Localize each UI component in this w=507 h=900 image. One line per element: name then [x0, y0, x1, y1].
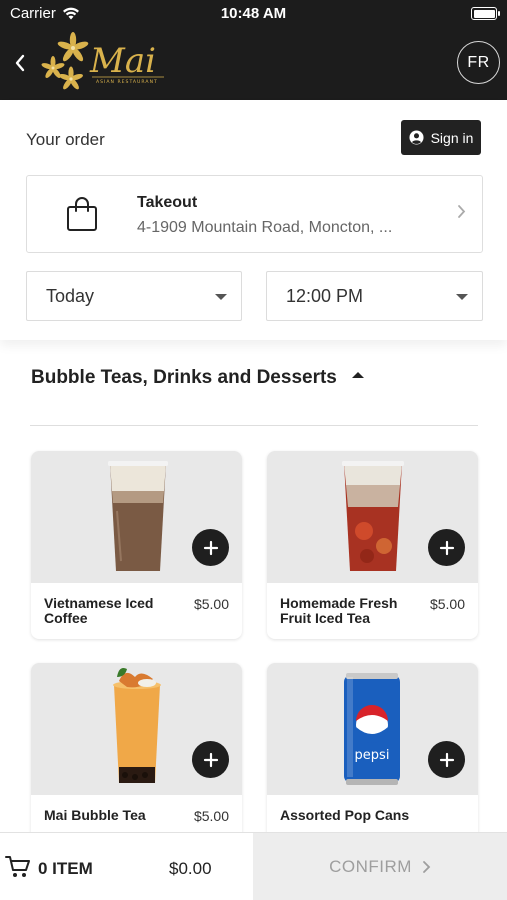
plus-icon	[439, 540, 454, 555]
status-time: 10:48 AM	[220, 5, 287, 22]
app-header: Mai ASIAN RESTAURANT FR	[0, 26, 507, 100]
chevron-right-icon	[458, 205, 466, 218]
language-button[interactable]: FR	[457, 41, 500, 84]
takeout-address: 4-1909 Mountain Road, Moncton, ...	[137, 219, 393, 236]
takeout-title: Takeout	[137, 194, 198, 211]
user-circle-icon	[409, 130, 424, 145]
add-to-cart-button[interactable]	[192, 529, 229, 566]
shopping-bag-icon	[67, 197, 97, 231]
product-price: $5.00	[193, 808, 229, 824]
category-header[interactable]: Bubble Teas, Drinks and Desserts	[31, 367, 364, 389]
sign-in-button[interactable]: Sign in	[401, 120, 481, 155]
shopping-cart-icon	[5, 856, 30, 877]
cart-bar: 0 ITEM $0.00 CONFIRM	[0, 832, 507, 900]
add-to-cart-button[interactable]	[428, 529, 465, 566]
restaurant-logo: Mai ASIAN RESTAURANT	[41, 32, 164, 90]
category-title: Bubble Teas, Drinks and Desserts	[31, 367, 337, 388]
product-card[interactable]: Mai Bubble Tea $5.00	[31, 663, 242, 851]
time-select-value: 12:00 PM	[286, 286, 364, 306]
cart-item-count: 0 ITEM	[38, 859, 93, 878]
order-panel: Your order Sign in Takeout 4-1909 Mounta…	[0, 100, 507, 340]
product-price: $5.00	[429, 596, 465, 612]
back-button[interactable]	[6, 48, 34, 78]
time-select[interactable]: 12:00 PM	[266, 271, 483, 321]
logo-wordmark: Mai	[89, 41, 156, 81]
chevron-left-icon	[15, 54, 25, 72]
battery-icon	[471, 7, 500, 20]
caret-down-icon	[215, 294, 227, 300]
plus-icon	[203, 540, 218, 555]
add-to-cart-button[interactable]	[428, 741, 465, 778]
status-bar: Carrier 10:48 AM	[0, 0, 507, 26]
day-select-value: Today	[46, 286, 95, 306]
confirm-button[interactable]: CONFIRM	[253, 833, 507, 900]
product-card[interactable]: Vietnamese Iced Coffee $5.00	[31, 451, 242, 639]
product-name: Homemade Fresh Fruit Iced Tea	[280, 595, 398, 626]
your-order-heading: Your order	[26, 130, 105, 149]
product-price: $5.00	[193, 596, 229, 612]
product-card[interactable]: Homemade Fresh Fruit Iced Tea $5.00	[267, 451, 478, 639]
cart-summary[interactable]: 0 ITEM $0.00	[0, 833, 253, 900]
plus-icon	[439, 752, 454, 767]
add-to-cart-button[interactable]	[192, 741, 229, 778]
chevron-right-icon	[423, 861, 431, 873]
product-name: Assorted Pop Cans	[280, 807, 410, 823]
confirm-label: CONFIRM	[329, 857, 412, 876]
svg-text:pepsi: pepsi	[355, 748, 390, 763]
takeout-selector[interactable]: Takeout 4-1909 Mountain Road, Moncton, .…	[26, 175, 483, 253]
logo-subtitle: ASIAN RESTAURANT	[96, 79, 158, 85]
category-divider	[30, 425, 478, 426]
sign-in-label: Sign in	[430, 129, 474, 146]
product-card[interactable]: pepsi Assorted Pop Cans	[267, 663, 478, 851]
product-name: Vietnamese Iced Coffee	[44, 595, 154, 626]
plus-icon	[203, 752, 218, 767]
caret-down-icon	[456, 294, 468, 300]
product-name: Mai Bubble Tea	[44, 807, 146, 823]
caret-up-icon	[351, 372, 364, 378]
cart-total: $0.00	[169, 859, 212, 878]
day-select[interactable]: Today	[26, 271, 242, 321]
